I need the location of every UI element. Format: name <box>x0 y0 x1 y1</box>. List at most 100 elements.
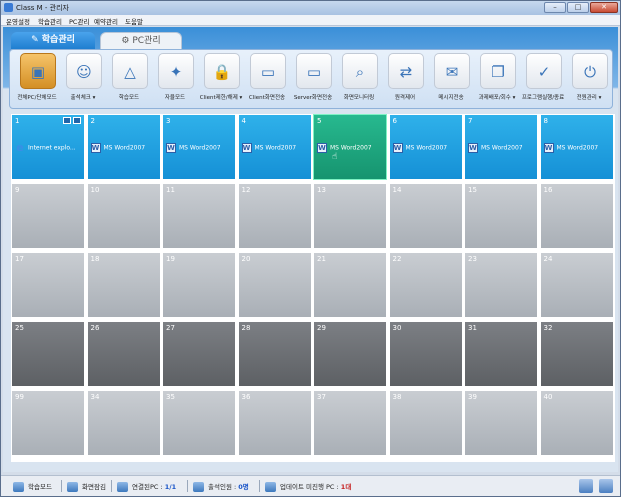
app-window: Class M - 관리자 – □ ✕ 운영설정 학습관리 PC관리 예약관리 … <box>0 0 621 497</box>
menu-item-learning[interactable]: 학습관리 <box>38 16 62 26</box>
pc-cell[interactable]: 11 <box>162 183 236 249</box>
pc-cell[interactable]: 28 <box>237 321 312 387</box>
screen-send-icon: ▭ <box>250 53 286 89</box>
status-update-label: 업데이트 미진행 PC : <box>280 483 339 491</box>
pc-cell[interactable]: 27 <box>162 321 236 387</box>
pc-number: 39 <box>468 393 477 401</box>
toolbar-button-10[interactable]: ❐ 과제배포/회수 ▾ <box>474 53 520 105</box>
pc-cell[interactable]: 26 <box>86 321 161 387</box>
pc-cell[interactable]: 14 <box>388 183 463 249</box>
pc-cell[interactable]: 10 <box>86 183 161 249</box>
window-title: Class M - 관리자 <box>16 4 69 12</box>
pc-number: 15 <box>468 186 477 194</box>
pc-cell[interactable]: 5 W MS Word2007 ☝ <box>313 114 387 180</box>
menu-item-help[interactable]: 도움말 <box>125 16 143 26</box>
toolbar-button-12[interactable]: ⏻ 전원관리 ▾ <box>566 53 612 105</box>
toolbar-button-2[interactable]: △ 학습모드 <box>106 53 152 105</box>
status-lock: 화면잠김 <box>67 481 106 492</box>
pc-number: 29 <box>317 324 326 332</box>
magnifier-icon: ⌕ <box>342 53 378 89</box>
pc-cell[interactable]: 2 W MS Word2007 <box>86 114 161 180</box>
pc-cell[interactable]: 34 <box>86 390 161 456</box>
download-icon[interactable] <box>599 479 613 493</box>
pc-cell[interactable]: 4 W MS Word2007 <box>237 114 312 180</box>
pc-cell[interactable]: 16 <box>539 183 614 249</box>
pc-cell[interactable]: 15 <box>464 183 538 249</box>
pc-cell[interactable]: 12 <box>237 183 312 249</box>
remote-icon: ⇄ <box>388 53 424 89</box>
pc-cell[interactable]: 9 <box>11 183 85 249</box>
pc-number: 24 <box>543 255 553 263</box>
gear-icon: ⚙ <box>121 36 133 46</box>
tab-pc[interactable]: ⚙ PC관리 <box>100 32 182 49</box>
user-icon: ☺ <box>66 53 102 89</box>
pc-number: 12 <box>241 186 251 194</box>
pc-number: 27 <box>166 324 175 332</box>
tab-pc-label: PC관리 <box>132 36 161 46</box>
pc-cell[interactable]: 36 <box>237 390 312 456</box>
lock-icon: 🔒 <box>204 53 240 89</box>
menu-item-pc[interactable]: PC관리 <box>69 16 89 26</box>
menu-item-settings[interactable]: 운영설정 <box>6 16 30 26</box>
tab-learning-label: 학습관리 <box>41 35 75 45</box>
pc-cell[interactable]: 23 <box>464 252 538 318</box>
maximize-button[interactable]: □ <box>567 2 589 13</box>
toolbar-button-11[interactable]: ✓ 프로그램실행/종료 <box>520 53 566 105</box>
pc-cell[interactable]: 25 <box>11 321 85 387</box>
running-app-name: MS Word2007 <box>179 144 221 152</box>
running-app: W MS Word2007 <box>543 143 598 153</box>
word-icon: W <box>468 143 478 153</box>
toolbar-button-4[interactable]: 🔒 Client제한/해제 ▾ <box>198 53 244 105</box>
pc-number: 20 <box>241 255 251 263</box>
menu-item-reservation[interactable]: 예약관리 <box>94 16 118 26</box>
close-button[interactable]: ✕ <box>590 2 618 13</box>
running-app: W MS Word2007 <box>317 143 372 153</box>
pc-number: 32 <box>543 324 553 332</box>
pc-cell[interactable]: 32 <box>539 321 614 387</box>
pc-number: 22 <box>392 255 402 263</box>
pc-cell[interactable]: 31 <box>464 321 538 387</box>
toolbar-button-8[interactable]: ⇄ 원격제어 <box>382 53 428 105</box>
minimize-button[interactable]: – <box>544 2 566 13</box>
tab-learning[interactable]: ✎ 학습관리 <box>11 32 95 49</box>
pc-cell[interactable]: 37 <box>313 390 387 456</box>
pc-cell[interactable]: 7 W MS Word2007 <box>464 114 538 180</box>
toolbar-button-0[interactable]: ▣ 전체PC/단체모드 <box>14 53 60 105</box>
running-app: W MS Word2007 <box>392 143 447 153</box>
pc-number: 5 <box>317 117 322 125</box>
pc-cell[interactable]: 3 W MS Word2007 <box>162 114 236 180</box>
toolbar-button-6[interactable]: ▭ Server화면전송 <box>290 53 336 105</box>
pc-cell[interactable]: 21 <box>313 252 387 318</box>
pc-settings-icon[interactable] <box>579 479 593 493</box>
word-icon: W <box>241 143 252 153</box>
pc-cell[interactable]: 20 <box>237 252 312 318</box>
pc-cell[interactable]: 8 W MS Word2007 <box>539 114 614 180</box>
pc-cell[interactable]: 38 <box>388 390 463 456</box>
pc-number: 16 <box>543 186 553 194</box>
pc-cell[interactable]: 39 <box>464 390 538 456</box>
toolbar-button-7[interactable]: ⌕ 화면모니터링 <box>336 53 382 105</box>
pc-cell[interactable]: 40 <box>539 390 614 456</box>
pc-cell[interactable]: 22 <box>388 252 463 318</box>
toolbar: ▣ 전체PC/단체모드 ☺ 출석체크 ▾ △ 학습모드 ✦ 자율모드 🔒 Client제한/해제 … <box>9 49 613 109</box>
pc-cell[interactable]: 6 W MS Word2007 <box>388 114 463 180</box>
pc-cell[interactable]: 17 <box>11 252 85 318</box>
screen-icon: ▭ <box>296 53 332 89</box>
toolbar-button-3[interactable]: ✦ 자율모드 <box>152 53 198 105</box>
toolbar-button-9[interactable]: ✉ 메시지전송 <box>428 53 474 105</box>
pc-cell[interactable]: 30 <box>388 321 463 387</box>
status-update: 업데이트 미진행 PC : 1대 <box>265 481 351 492</box>
pc-cell[interactable]: 18 <box>86 252 161 318</box>
windows-flag-icon <box>61 117 81 125</box>
pc-cell[interactable]: 1 e Internet explo... <box>11 114 85 180</box>
toolbar-button-1[interactable]: ☺ 출석체크 ▾ <box>60 53 106 105</box>
toolbar-button-5[interactable]: ▭ Client화면전송 <box>244 53 290 105</box>
pc-number: 14 <box>392 186 402 194</box>
pc-cell[interactable]: 24 <box>539 252 614 318</box>
pc-cell[interactable]: 13 <box>313 183 387 249</box>
pc-number: 21 <box>317 255 326 263</box>
pc-cell[interactable]: 19 <box>162 252 236 318</box>
pc-cell[interactable]: 29 <box>313 321 387 387</box>
pc-cell[interactable]: 99 <box>11 390 85 456</box>
pc-cell[interactable]: 35 <box>162 390 236 456</box>
